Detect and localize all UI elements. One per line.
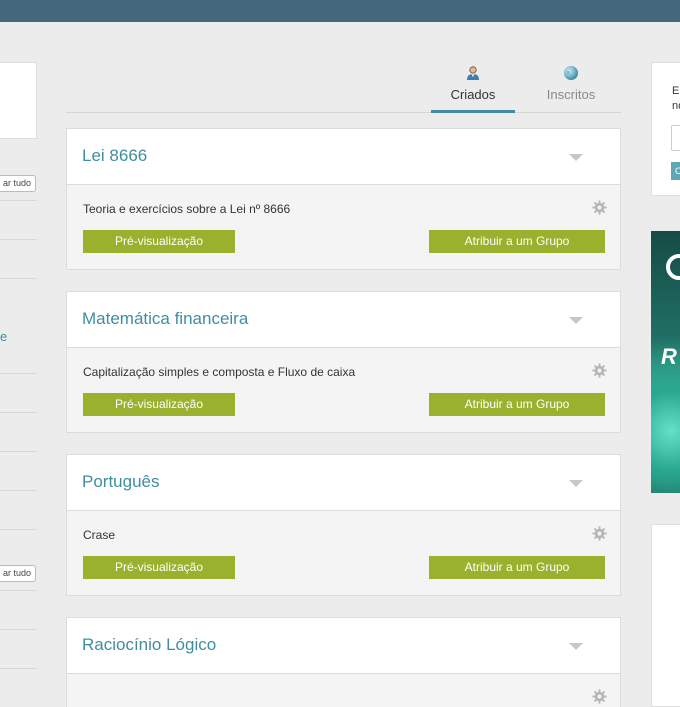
- gear-icon[interactable]: [592, 526, 607, 541]
- sidebar-divider: [0, 629, 37, 630]
- promo-banner[interactable]: R: [651, 231, 680, 493]
- right-sidebar-panel: [651, 524, 680, 707]
- preview-button[interactable]: Pré-visualização: [83, 393, 235, 416]
- sidebar-divider: [0, 373, 37, 374]
- course-card: Português Crase Pré-visualização Atribui…: [66, 454, 621, 596]
- select-all-button[interactable]: ar tudo: [0, 175, 36, 192]
- course-card: Lei 8666 Teoria e exercícios sobre a Lei…: [66, 128, 621, 270]
- sidebar-divider: [0, 451, 37, 452]
- tab-inscritos[interactable]: Inscritos: [533, 62, 609, 113]
- left-sidebar: ar tudo e ar tudo: [0, 62, 37, 707]
- sidebar-link[interactable]: e: [0, 329, 7, 344]
- right-sidebar-panel: Er no C: [651, 62, 680, 196]
- course-description: Crase: [83, 528, 116, 542]
- assign-group-button[interactable]: Atribuir a um Grupo: [429, 393, 605, 416]
- course-card-header[interactable]: Matemática financeira: [67, 292, 620, 348]
- gear-icon[interactable]: [592, 363, 607, 378]
- course-description: Capitalização simples e composta e Fluxo…: [83, 365, 356, 379]
- tab-criados[interactable]: Criados: [431, 62, 515, 113]
- active-tab-indicator: [431, 110, 515, 113]
- panel-text: Er: [672, 85, 680, 97]
- course-card: Matemática financeira Capitalização simp…: [66, 291, 621, 433]
- sidebar-divider: [0, 529, 37, 530]
- select-all-button[interactable]: ar tudo: [0, 565, 36, 582]
- globe-icon: [564, 66, 578, 80]
- logo-ring-icon: [666, 254, 680, 280]
- course-title[interactable]: Lei 8666: [82, 146, 147, 166]
- assign-group-button[interactable]: Atribuir a um Grupo: [429, 556, 605, 579]
- assign-group-button[interactable]: Atribuir a um Grupo: [429, 230, 605, 253]
- course-title[interactable]: Raciocínio Lógico: [82, 635, 216, 655]
- gear-icon[interactable]: [592, 200, 607, 215]
- panel-text: no: [672, 100, 680, 112]
- banner-text: R: [661, 344, 677, 369]
- sidebar-divider: [0, 412, 37, 413]
- sidebar-divider: [0, 490, 37, 491]
- chevron-down-icon[interactable]: [569, 643, 583, 650]
- tab-label: Criados: [450, 87, 496, 102]
- chevron-down-icon[interactable]: [569, 480, 583, 487]
- user-icon: [467, 66, 479, 80]
- sidebar-divider: [0, 668, 37, 669]
- course-card: Raciocínio Lógico: [66, 617, 621, 707]
- top-navigation-bar: [0, 0, 680, 22]
- preview-button[interactable]: Pré-visualização: [83, 556, 235, 579]
- chevron-down-icon[interactable]: [569, 154, 583, 161]
- course-card-header[interactable]: Lei 8666: [67, 129, 620, 185]
- code-input[interactable]: [671, 125, 680, 151]
- left-sidebar-panel: [0, 62, 37, 139]
- tab-label: Inscritos: [546, 87, 596, 102]
- course-card-header[interactable]: Raciocínio Lógico: [67, 618, 620, 674]
- sidebar-divider: [0, 200, 37, 201]
- sidebar-divider: [0, 590, 37, 591]
- sidebar-divider: [0, 278, 37, 279]
- sidebar-divider: [0, 239, 37, 240]
- course-description: Teoria e exercícios sobre a Lei nº 8666: [83, 202, 291, 216]
- course-card-header[interactable]: Português: [67, 455, 620, 511]
- preview-button[interactable]: Pré-visualização: [83, 230, 235, 253]
- gear-icon[interactable]: [592, 689, 607, 704]
- course-tabs: Criados Inscritos: [66, 62, 621, 113]
- submit-button[interactable]: C: [671, 162, 680, 180]
- course-title[interactable]: Matemática financeira: [82, 309, 248, 329]
- chevron-down-icon[interactable]: [569, 317, 583, 324]
- course-title[interactable]: Português: [82, 472, 160, 492]
